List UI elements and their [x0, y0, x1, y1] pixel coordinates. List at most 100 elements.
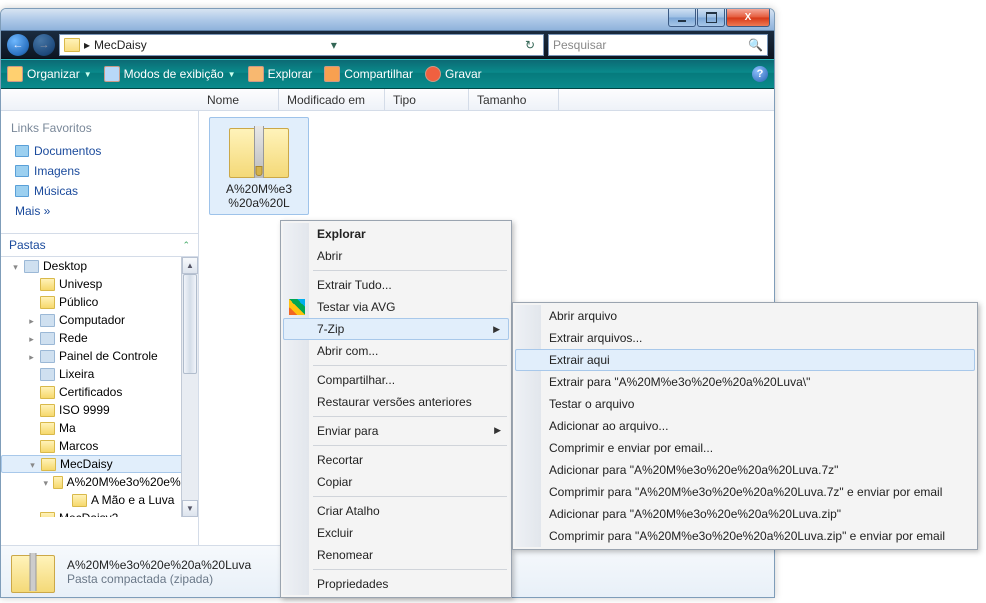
expand-icon[interactable]: [27, 388, 36, 397]
favorites-item[interactable]: Documentos: [11, 141, 188, 161]
tree-item[interactable]: Certificados: [1, 383, 198, 401]
favorites-item[interactable]: Músicas: [11, 181, 188, 201]
menu-item[interactable]: Testar via AVG: [283, 296, 509, 318]
expand-icon[interactable]: [59, 496, 68, 505]
submenu-item[interactable]: Comprimir para "A%20M%e3o%20e%20a%20Luva…: [515, 525, 975, 547]
maximize-button[interactable]: [697, 9, 725, 27]
menu-item[interactable]: Propriedades: [283, 573, 509, 595]
tree-item[interactable]: Lixeira: [1, 365, 198, 383]
col-nome[interactable]: Nome: [199, 89, 279, 110]
expand-icon[interactable]: [27, 424, 36, 433]
refresh-button[interactable]: ↻: [521, 38, 539, 52]
col-tamanho[interactable]: Tamanho: [469, 89, 559, 110]
submenu-7zip[interactable]: Abrir arquivoExtrair arquivos...Extrair …: [512, 302, 978, 550]
expand-icon[interactable]: [27, 442, 36, 451]
expand-icon[interactable]: [27, 370, 36, 379]
address-field[interactable]: ▸ MecDaisy ▾ ↻: [59, 34, 544, 56]
toolbar: Organizar▼ Modos de exibição▼ Explorar C…: [1, 59, 774, 89]
favorites-more[interactable]: Mais »: [11, 201, 188, 221]
tree-item-label: MecDaisy2: [59, 511, 118, 517]
address-dropdown[interactable]: ▾: [327, 38, 341, 52]
tree-item[interactable]: ▾Desktop: [1, 257, 198, 275]
tree-item[interactable]: Público: [1, 293, 198, 311]
expand-icon[interactable]: ▾: [28, 460, 37, 469]
explorar-button[interactable]: Explorar: [248, 66, 313, 82]
titlebar[interactable]: X: [1, 9, 774, 31]
menu-item[interactable]: Criar Atalho: [283, 500, 509, 522]
tree-item[interactable]: Ma: [1, 419, 198, 437]
close-button[interactable]: X: [726, 9, 770, 27]
compartilhar-button[interactable]: Compartilhar: [324, 66, 413, 82]
menu-item[interactable]: Enviar para▶: [283, 420, 509, 442]
expand-icon[interactable]: ▸: [27, 514, 36, 518]
expand-icon[interactable]: ▸: [27, 352, 36, 361]
menu-item[interactable]: Abrir: [283, 245, 509, 267]
folders-heading-toggle[interactable]: Pastas⌃: [1, 234, 198, 257]
breadcrumb-folder[interactable]: MecDaisy: [94, 38, 147, 52]
scroll-up-icon[interactable]: ▲: [182, 257, 198, 274]
folders-section: Pastas⌃ ▾DesktopUnivespPúblico▸Computado…: [1, 233, 198, 517]
col-tipo[interactable]: Tipo: [385, 89, 469, 110]
submenu-item[interactable]: Extrair aqui: [515, 349, 975, 371]
back-button[interactable]: ←: [7, 34, 29, 56]
menu-separator: [313, 365, 507, 366]
gravar-button[interactable]: Gravar: [425, 66, 482, 82]
folder-icon: [40, 386, 55, 399]
menu-item[interactable]: Copiar: [283, 471, 509, 493]
submenu-item[interactable]: Adicionar para "A%20M%e3o%20e%20a%20Luva…: [515, 459, 975, 481]
tree-item[interactable]: ▸Computador: [1, 311, 198, 329]
scroll-down-icon[interactable]: ▼: [182, 500, 198, 517]
submenu-item[interactable]: Extrair para "A%20M%e3o%20e%20a%20Luva\": [515, 371, 975, 393]
expand-icon[interactable]: [27, 280, 36, 289]
tree-scrollbar[interactable]: ▲ ▼: [181, 257, 198, 517]
context-menu[interactable]: ExplorarAbrir Extrair Tudo...Testar via A…: [280, 220, 512, 598]
menu-item[interactable]: Restaurar versões anteriores: [283, 391, 509, 413]
expand-icon[interactable]: ▾: [11, 262, 20, 271]
favorites-item[interactable]: Imagens: [11, 161, 188, 181]
submenu-item[interactable]: Adicionar para "A%20M%e3o%20e%20a%20Luva…: [515, 503, 975, 525]
submenu-item[interactable]: Comprimir e enviar por email...: [515, 437, 975, 459]
modos-button[interactable]: Modos de exibição▼: [104, 66, 236, 82]
file-zip-item[interactable]: A%20M%e3%20a%20L: [209, 117, 309, 215]
tree-item[interactable]: Univesp: [1, 275, 198, 293]
explore-icon: [248, 66, 264, 82]
expand-icon[interactable]: ▾: [43, 478, 49, 487]
tree-item[interactable]: ▸Painel de Controle: [1, 347, 198, 365]
menu-item[interactable]: 7-Zip▶: [283, 318, 509, 340]
scroll-thumb[interactable]: [183, 274, 197, 374]
submenu-item[interactable]: Comprimir para "A%20M%e3o%20e%20a%20Luva…: [515, 481, 975, 503]
menu-item[interactable]: Recortar: [283, 449, 509, 471]
search-icon[interactable]: 🔍: [748, 38, 763, 52]
expand-icon[interactable]: ▸: [27, 316, 36, 325]
submenu-item[interactable]: Testar o arquivo: [515, 393, 975, 415]
expand-icon[interactable]: [27, 298, 36, 307]
submenu-item[interactable]: Abrir arquivo: [515, 305, 975, 327]
organizar-button[interactable]: Organizar▼: [7, 66, 92, 82]
tree-item[interactable]: ▸ MecDaisy2: [1, 509, 198, 517]
tree-item[interactable]: ▾MecDaisy: [1, 455, 198, 473]
tree-item[interactable]: ▾A%20M%e3o%20e%20: [1, 473, 198, 491]
submenu-item[interactable]: Adicionar ao arquivo...: [515, 415, 975, 437]
folder-icon: [40, 404, 55, 417]
details-type: Pasta compactada (zipada): [67, 572, 251, 586]
menu-item[interactable]: Renomear: [283, 544, 509, 566]
submenu-item[interactable]: Extrair arquivos...: [515, 327, 975, 349]
tree-item[interactable]: ▸Rede: [1, 329, 198, 347]
search-field[interactable]: Pesquisar 🔍: [548, 34, 768, 56]
menu-item[interactable]: Compartilhar...: [283, 369, 509, 391]
expand-icon[interactable]: [27, 406, 36, 415]
forward-button[interactable]: →: [33, 34, 55, 56]
expand-icon[interactable]: ▸: [27, 334, 36, 343]
minimize-button[interactable]: [668, 9, 696, 27]
address-bar: ← → ▸ MecDaisy ▾ ↻ Pesquisar 🔍: [1, 31, 774, 59]
tree-item[interactable]: A Mão e a Luva: [1, 491, 198, 509]
tree-item[interactable]: ISO 9999: [1, 401, 198, 419]
menu-item[interactable]: Excluir: [283, 522, 509, 544]
col-modificado[interactable]: Modificado em: [279, 89, 385, 110]
tree-item[interactable]: Marcos: [1, 437, 198, 455]
menu-item[interactable]: Extrair Tudo...: [283, 274, 509, 296]
help-button[interactable]: ?: [752, 66, 768, 82]
menu-item[interactable]: Explorar: [283, 223, 509, 245]
folder-icon: [15, 185, 29, 197]
menu-item[interactable]: Abrir com...: [283, 340, 509, 362]
